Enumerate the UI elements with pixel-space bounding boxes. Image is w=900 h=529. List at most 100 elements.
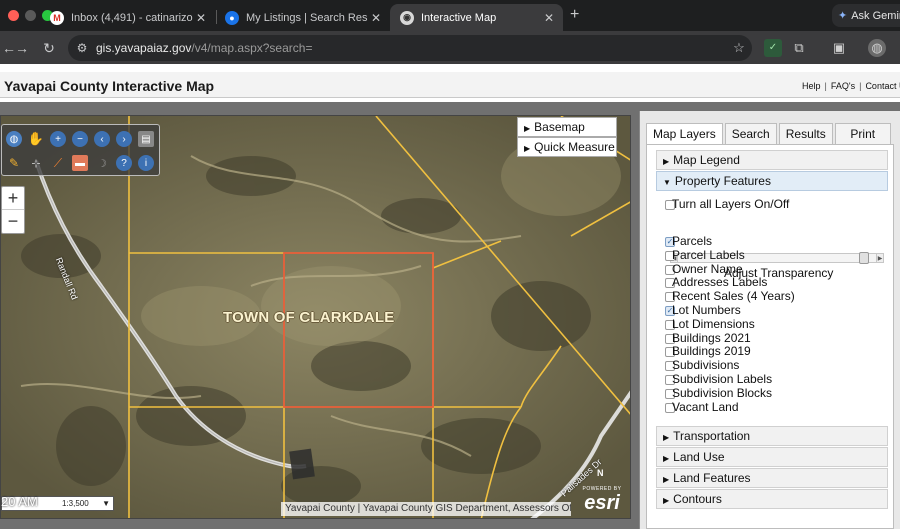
zoom-previous-icon[interactable]: ‹ bbox=[94, 131, 110, 147]
forward-icon[interactable]: → bbox=[13, 39, 31, 57]
map-site-icon: ◉ bbox=[400, 10, 414, 25]
close-tab-icon[interactable]: ✕ bbox=[541, 11, 557, 25]
map-tools-panel: ◍ ✋ + − ‹ › ▤ ✎ ⊹ ⟋ ▬ ☽ ? i bbox=[1, 124, 160, 176]
tab-print[interactable]: Print bbox=[834, 123, 891, 144]
layer-label: Buildings 2019 bbox=[672, 344, 751, 359]
layers-content: ▶ Map Legend ▼ Property Features Turn all … bbox=[646, 144, 894, 529]
slider-thumb[interactable] bbox=[859, 252, 869, 264]
layer-label: Buildings 2021 bbox=[672, 330, 751, 345]
section-transportation[interactable]: ▶ Transportation bbox=[656, 426, 888, 446]
url-text[interactable]: gis.yavapaiaz.gov/v4/map.aspx?search= bbox=[96, 41, 726, 55]
browser-toolbar: ← → ↻ ⚙ gis.yavapaiaz.gov/v4/map.aspx?se… bbox=[0, 31, 900, 64]
section-property-features[interactable]: ▼ Property Features bbox=[656, 171, 888, 191]
section-label: Land Use bbox=[673, 450, 725, 464]
identify-icon[interactable]: ☽ bbox=[94, 155, 110, 171]
section-land-features[interactable]: ▶ Land Features bbox=[656, 468, 888, 488]
bookmark-star-icon[interactable]: ☆ bbox=[726, 40, 752, 56]
tab-results[interactable]: Results bbox=[778, 123, 833, 144]
layer-label: Subdivisions bbox=[672, 358, 740, 373]
page-title: Yavapai County Interactive Map bbox=[4, 78, 215, 94]
tab-interactive-map[interactable]: ◉ Interactive Map ✕ bbox=[390, 4, 563, 31]
tab-title: Interactive Map bbox=[421, 11, 497, 24]
zoom-in-icon[interactable]: + bbox=[50, 131, 66, 147]
triangle-right-icon: ▶ bbox=[663, 454, 670, 463]
panel-tabs: Map Layers Search Results Print bbox=[646, 123, 893, 145]
scale-value: 1:3,500 bbox=[62, 499, 89, 508]
measure-icon[interactable]: ⊹ bbox=[28, 155, 44, 171]
contact-link[interactable]: Contact U bbox=[865, 81, 900, 91]
section-map-legend[interactable]: ▶ Map Legend bbox=[656, 150, 888, 170]
gmail-icon: M bbox=[50, 10, 64, 25]
section-label: Transportation bbox=[673, 429, 751, 443]
map-attribution: Yavapai County | Yavapai County GIS Depa… bbox=[281, 502, 571, 516]
layer-label: Subdivision Labels bbox=[672, 372, 773, 386]
new-tab-button[interactable]: + bbox=[570, 6, 579, 24]
help-icon[interactable]: ? bbox=[116, 155, 132, 171]
faq-link[interactable]: FAQ's bbox=[831, 81, 855, 91]
town-label: TOWN OF CLARKDALE bbox=[223, 309, 395, 326]
tab-listings[interactable]: ● My Listings | Search Results | ✕ bbox=[215, 4, 390, 31]
layer-label: Addresses Labels bbox=[672, 275, 768, 290]
slider-right-arrow-icon[interactable]: ▶ bbox=[876, 253, 884, 263]
globe-icon[interactable]: ◍ bbox=[6, 131, 22, 147]
layer-label: Subdivision Blocks bbox=[672, 385, 773, 400]
section-contours[interactable]: ▶ Contours bbox=[656, 489, 888, 509]
section-label: Property Features bbox=[674, 174, 771, 188]
site-header: Yavapai County Interactive Map Help | FAQ'… bbox=[0, 72, 900, 98]
basemap-label: Basemap bbox=[534, 120, 585, 134]
close-window-button[interactable] bbox=[8, 10, 19, 21]
url-host: gis.yavapaiaz.gov bbox=[96, 41, 192, 55]
tab-title: My Listings | Search Results | bbox=[246, 11, 368, 24]
quick-measure-button[interactable]: ▶ Quick Measure bbox=[517, 137, 617, 157]
esri-word: esri bbox=[584, 492, 620, 514]
pan-hand-icon[interactable]: ✋ bbox=[28, 131, 44, 147]
triangle-right-icon: ▶ bbox=[524, 144, 531, 153]
info-icon[interactable]: i bbox=[138, 155, 154, 171]
gemini-label: Ask Gemin bbox=[851, 9, 900, 22]
tab-gmail[interactable]: M Inbox (4,491) - catinarizona@ ✕ bbox=[40, 4, 215, 31]
layer-label: Owner Name bbox=[672, 261, 743, 276]
triangle-right-icon: ▶ bbox=[524, 124, 531, 133]
zoom-in-button[interactable]: + bbox=[2, 187, 24, 210]
section-label: Contours bbox=[673, 492, 722, 506]
pencil-icon[interactable]: ✎ bbox=[6, 155, 22, 171]
minimize-window-button[interactable] bbox=[25, 10, 36, 21]
tab-search-icon[interactable]: ▣ bbox=[830, 39, 848, 57]
site-info-icon[interactable]: ⚙ bbox=[68, 41, 96, 55]
tab-map-layers[interactable]: Map Layers bbox=[646, 123, 723, 145]
time-overlay: 20 AM bbox=[1, 494, 38, 509]
gemini-sparkle-icon: ✦ bbox=[838, 10, 848, 22]
draw-line-icon[interactable]: ⟋ bbox=[50, 155, 66, 171]
esri-logo: POWERED BY esri bbox=[577, 486, 627, 514]
section-land-use[interactable]: ▶ Land Use bbox=[656, 447, 888, 467]
triangle-right-icon: ▶ bbox=[663, 496, 670, 505]
north-arrow-icon: N bbox=[597, 468, 604, 478]
tab-title: Inbox (4,491) - catinarizona@ bbox=[71, 11, 193, 24]
layer-label: Vacant Land bbox=[672, 399, 739, 414]
zoom-out-button[interactable]: − bbox=[2, 210, 24, 233]
triangle-right-icon: ▶ bbox=[663, 475, 670, 484]
profile-avatar[interactable]: ◍ bbox=[868, 39, 886, 57]
triangle-right-icon: ▶ bbox=[663, 157, 670, 166]
close-tab-icon[interactable]: ✕ bbox=[193, 11, 209, 25]
tab-search[interactable]: Search bbox=[724, 123, 777, 144]
extension-icon[interactable]: ✓ bbox=[764, 39, 782, 57]
zoom-out-icon[interactable]: − bbox=[72, 131, 88, 147]
reload-icon[interactable]: ↻ bbox=[40, 39, 58, 57]
web-page: Yavapai County Interactive Map Help | FAQ'… bbox=[0, 64, 900, 529]
zoom-next-icon[interactable]: › bbox=[116, 131, 132, 147]
help-link[interactable]: Help bbox=[802, 81, 821, 91]
print-icon[interactable]: ▤ bbox=[138, 131, 154, 147]
close-tab-icon[interactable]: ✕ bbox=[368, 11, 384, 25]
ask-gemini-button[interactable]: ✦ Ask Gemin bbox=[832, 4, 900, 27]
header-links: Help|FAQ's|Contact U bbox=[802, 81, 900, 91]
address-bar[interactable]: ⚙ gis.yavapaiaz.gov/v4/map.aspx?search= … bbox=[68, 35, 752, 61]
extensions-puzzle-icon[interactable]: ⧉ bbox=[790, 39, 808, 57]
toggle-all-label: Turn all Layers On/Off bbox=[672, 197, 790, 211]
map-view[interactable]: TOWN OF CLARKDALE Randall Rd Palisades D… bbox=[0, 115, 631, 519]
browser-tab-strip: M Inbox (4,491) - catinarizona@ ✕ ● My L… bbox=[0, 0, 900, 31]
layer-label: Parcel Labels bbox=[672, 247, 745, 262]
triangle-down-icon: ▼ bbox=[663, 178, 671, 187]
eraser-icon[interactable]: ▬ bbox=[72, 155, 88, 171]
basemap-button[interactable]: ▶ Basemap bbox=[517, 117, 617, 137]
